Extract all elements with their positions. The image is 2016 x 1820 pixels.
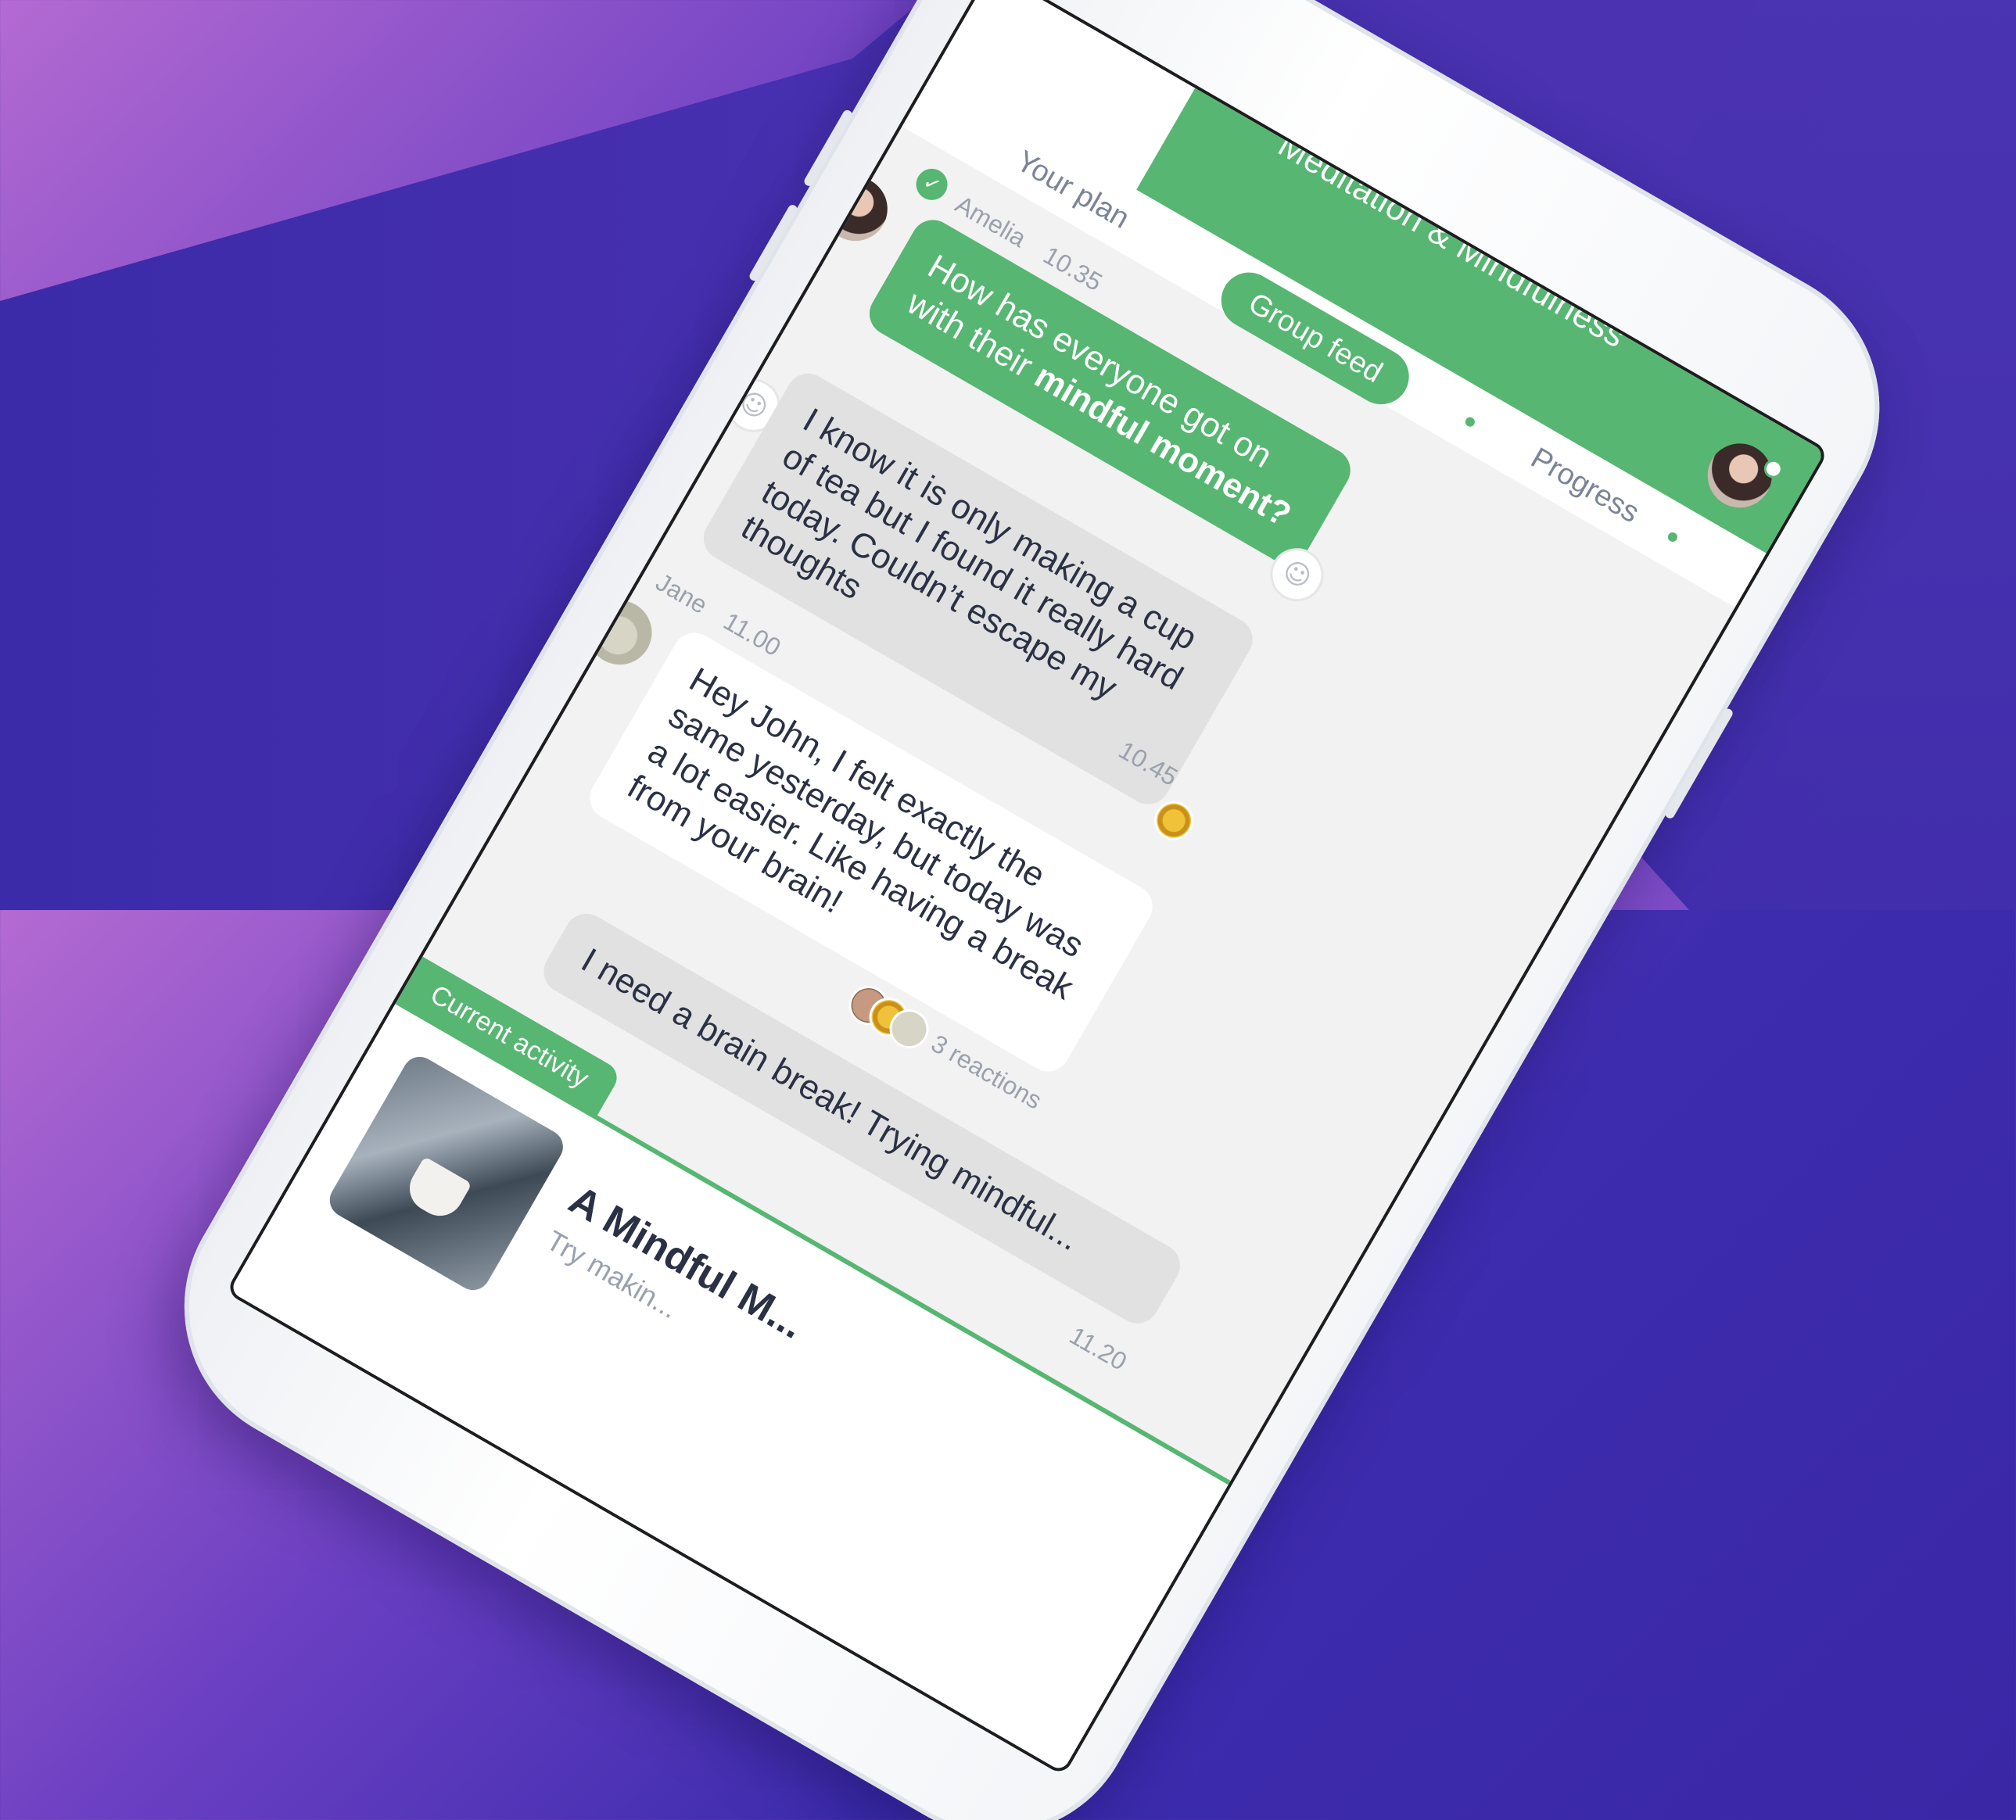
avatar-amelia[interactable]	[811, 165, 899, 253]
activity-thumbnail	[323, 1050, 569, 1297]
progress-dot-icon	[1666, 530, 1680, 544]
avatar-jane[interactable]	[576, 589, 664, 677]
message-author: Jane	[651, 568, 712, 620]
current-activity-card[interactable]: Current activity A Mindful M... Try maki…	[227, 956, 1231, 1776]
tab-your-plan[interactable]: Your plan	[1010, 145, 1135, 236]
message-time: 11.20	[1064, 1320, 1132, 1376]
tea-cup-icon	[401, 1156, 472, 1225]
check-icon: ✓	[910, 163, 953, 206]
group-feed-dot-icon	[1463, 415, 1477, 428]
